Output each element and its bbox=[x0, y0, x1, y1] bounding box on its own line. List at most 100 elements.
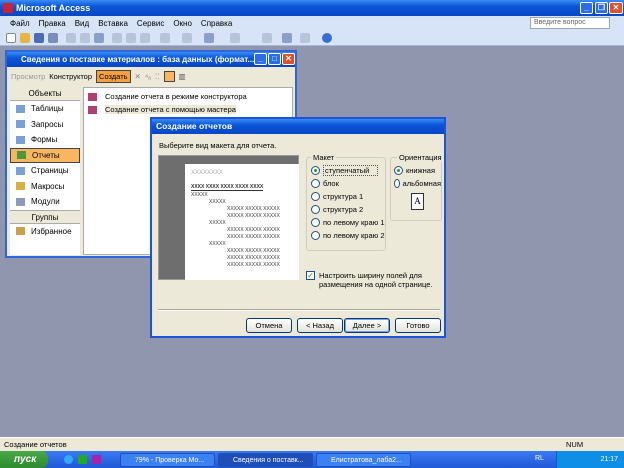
menu-window[interactable]: Окно bbox=[173, 19, 192, 28]
small-icons-icon[interactable]: ⁚⁚ bbox=[155, 72, 160, 81]
layout-stepped-radio[interactable]: ступенчатый bbox=[311, 164, 385, 177]
preview-group: XXXXX bbox=[209, 199, 226, 205]
radio-icon bbox=[311, 231, 320, 240]
menu-view[interactable]: Вид bbox=[75, 19, 89, 28]
task-antivirus[interactable]: 79% - Проверка Мо... bbox=[120, 453, 215, 467]
preview-button[interactable]: Просмотр bbox=[11, 72, 45, 81]
code-icon[interactable] bbox=[230, 33, 240, 43]
preview-header: XXXX XXXX XXXX XXXX XXXX bbox=[191, 184, 264, 191]
orientation-group: Ориентация книжная альбомная A bbox=[390, 153, 444, 221]
print-preview-icon[interactable] bbox=[80, 33, 90, 43]
search-file-icon[interactable] bbox=[48, 33, 58, 43]
object-forms[interactable]: Формы bbox=[10, 132, 80, 148]
menu-insert[interactable]: Вставка bbox=[98, 19, 128, 28]
label: Таблицы bbox=[31, 104, 64, 114]
new-icon[interactable] bbox=[6, 33, 16, 43]
layout-outline2-radio[interactable]: структура 2 bbox=[311, 203, 385, 216]
fit-width-checkbox[interactable]: ✓ Настроить ширину полей для размещения … bbox=[306, 271, 436, 289]
object-modules[interactable]: Модули bbox=[10, 194, 80, 210]
preview-row: XXXXX XXXXX XXXXX bbox=[227, 234, 280, 240]
dialog-title: Создание отчетов bbox=[152, 119, 444, 134]
copy-icon[interactable] bbox=[126, 33, 136, 43]
layout-outline1-radio[interactable]: структура 1 bbox=[311, 190, 385, 203]
label: блок bbox=[323, 179, 339, 188]
label: ступенчатый bbox=[323, 165, 379, 176]
access-quicklaunch-icon[interactable] bbox=[92, 455, 101, 464]
label: Создание отчета в режиме конструктора bbox=[105, 92, 247, 101]
orientation-label: Ориентация bbox=[397, 153, 444, 162]
new-object-icon[interactable] bbox=[300, 33, 310, 43]
radio-icon bbox=[394, 166, 403, 175]
create-button[interactable]: Создать bbox=[96, 69, 131, 83]
layout-align-left1-radio[interactable]: по левому краю 1 bbox=[311, 216, 385, 229]
paste-icon[interactable] bbox=[140, 33, 150, 43]
layout-label: Макет bbox=[311, 153, 337, 162]
office-links-icon[interactable] bbox=[182, 33, 192, 43]
start-button[interactable]: пуск bbox=[0, 451, 48, 468]
object-macros[interactable]: Макросы bbox=[10, 179, 80, 195]
label: Создание отчета с помощью мастера bbox=[105, 105, 236, 114]
back-button[interactable]: < Назад bbox=[297, 318, 343, 333]
db-title: Сведения о поставке материалов : база да… bbox=[21, 55, 255, 64]
spelling-icon[interactable] bbox=[94, 33, 104, 43]
print-icon[interactable] bbox=[66, 33, 76, 43]
help-search-input[interactable]: Введите вопрос bbox=[530, 17, 610, 29]
layout-block-radio[interactable]: блок bbox=[311, 177, 385, 190]
list-view-icon[interactable] bbox=[163, 70, 175, 82]
report-icon bbox=[17, 151, 26, 160]
menu-tools[interactable]: Сервис bbox=[137, 19, 164, 28]
delete-icon[interactable]: ✕ bbox=[135, 72, 141, 81]
details-view-icon[interactable]: ▥ bbox=[179, 72, 186, 81]
relationships-icon[interactable] bbox=[282, 33, 292, 43]
cut-icon[interactable] bbox=[112, 33, 122, 43]
num-indicator: NUM bbox=[566, 440, 584, 449]
preview-title: XXXXXXXX bbox=[191, 170, 224, 176]
menu-edit[interactable]: Правка bbox=[39, 19, 66, 28]
orientation-landscape-radio[interactable]: альбомная bbox=[394, 177, 441, 190]
task-database[interactable]: Сведения о поставк... bbox=[218, 453, 313, 467]
radio-icon bbox=[311, 205, 320, 214]
menu-help[interactable]: Справка bbox=[201, 19, 232, 28]
analyze-icon[interactable] bbox=[204, 33, 214, 43]
ie-icon[interactable] bbox=[64, 455, 73, 464]
label: Страницы bbox=[31, 166, 69, 176]
restore-button[interactable]: ❐ bbox=[595, 2, 608, 14]
excel-icon[interactable] bbox=[78, 455, 87, 464]
access-icon bbox=[3, 3, 13, 13]
objects-header: Объекты bbox=[10, 87, 80, 101]
close-button[interactable]: ✕ bbox=[609, 2, 623, 14]
label: Запросы bbox=[31, 119, 64, 129]
help-icon[interactable] bbox=[322, 33, 332, 43]
object-reports[interactable]: Отчеты bbox=[10, 147, 80, 163]
layout-align-left2-radio[interactable]: по левому краю 2 bbox=[311, 229, 385, 242]
report-wizard-icon bbox=[88, 105, 97, 114]
cancel-button[interactable]: Отмена bbox=[246, 318, 292, 333]
list-item[interactable]: Создание отчета в режиме конструктора bbox=[88, 90, 288, 103]
large-icons-icon[interactable]: ⁴ₐ bbox=[145, 72, 151, 81]
menu-file[interactable]: Файл bbox=[10, 19, 30, 28]
undo-icon[interactable] bbox=[160, 33, 170, 43]
open-icon[interactable] bbox=[20, 33, 30, 43]
group-favorites[interactable]: Избранное bbox=[10, 224, 80, 240]
object-queries[interactable]: Запросы bbox=[10, 117, 80, 133]
app-title: Microsoft Access bbox=[16, 3, 91, 13]
radio-icon bbox=[394, 179, 400, 188]
design-button[interactable]: Конструктор bbox=[49, 72, 92, 81]
language-indicator[interactable]: RL bbox=[535, 455, 544, 462]
minimize-button[interactable]: _ bbox=[580, 2, 593, 14]
task-word-document[interactable]: Елистратова_лаба2... bbox=[316, 453, 411, 467]
db-minimize-button[interactable]: _ bbox=[254, 53, 267, 65]
database-window-title-bar: Сведения о поставке материалов : база да… bbox=[7, 52, 295, 67]
object-tables[interactable]: Таблицы bbox=[10, 101, 80, 117]
db-maximize-button[interactable]: □ bbox=[268, 53, 281, 65]
properties-icon[interactable] bbox=[262, 33, 272, 43]
finish-button[interactable]: Готово bbox=[395, 318, 441, 333]
save-icon[interactable] bbox=[34, 33, 44, 43]
next-button[interactable]: Далее > bbox=[344, 318, 390, 333]
query-icon bbox=[16, 120, 25, 129]
orientation-portrait-radio[interactable]: книжная bbox=[394, 164, 441, 177]
db-close-button[interactable]: ✕ bbox=[282, 53, 295, 65]
object-pages[interactable]: Страницы bbox=[10, 163, 80, 179]
preview-row: XXXXX XXXXX XXXXX bbox=[227, 206, 280, 212]
list-item[interactable]: Создание отчета с помощью мастера bbox=[88, 103, 288, 116]
